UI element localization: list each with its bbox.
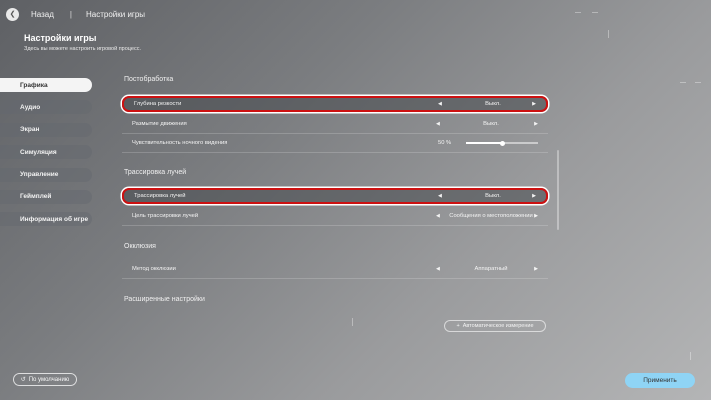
sidebar-item-graphics[interactable]: Графика <box>0 78 92 92</box>
sidebar-item-label: Информация об игре <box>20 215 89 223</box>
slider-fill <box>466 142 502 144</box>
sidebar-item-label: Управление <box>20 171 59 179</box>
sidebar-item-game-info[interactable]: Информация об игре <box>0 212 92 227</box>
decor-dash <box>575 12 581 13</box>
slider-knob[interactable] <box>499 140 505 146</box>
setting-label: Метод окклюзии <box>132 266 176 272</box>
section-title-postprocessing: Постобработка <box>124 76 174 83</box>
decor-dash <box>695 82 701 83</box>
night-vision-slider[interactable] <box>466 140 538 146</box>
arrow-left-icon[interactable]: ◀ <box>436 121 440 127</box>
decor-dash <box>608 30 609 38</box>
arrow-left-icon[interactable]: ◀ <box>438 193 442 199</box>
reset-icon: ↺ <box>20 377 26 383</box>
reset-default-button[interactable]: ↺ По умолчанию <box>13 373 77 386</box>
setting-label: Глубина резкости <box>134 101 182 107</box>
sidebar-item-label: Симуляция <box>20 148 57 156</box>
page-title: Настройки игры <box>24 33 97 43</box>
decor-dash <box>690 352 691 360</box>
arrow-left-icon[interactable]: ◀ <box>436 213 440 219</box>
arrow-left-icon[interactable]: ◀ <box>438 101 442 107</box>
sidebar-item-gameplay[interactable]: Геймплей <box>0 189 92 204</box>
setting-row-night-vision[interactable]: Чувствительность ночного видения 50 % <box>122 135 548 151</box>
setting-label: Трассировка лучей <box>134 193 186 199</box>
page-subtitle: Здесь вы можете настроить игровой процес… <box>24 46 141 52</box>
setting-value: Сообщения о местоположении <box>449 213 533 219</box>
arrow-right-icon[interactable]: ▶ <box>534 121 538 127</box>
auto-measure-label: Автоматическое измерение <box>462 323 534 329</box>
apply-button[interactable]: Применить <box>625 373 695 388</box>
sidebar-item-label: Аудио <box>20 103 41 111</box>
sidebar-item-label: Экран <box>20 126 40 134</box>
setting-row-raytracing[interactable]: Трассировка лучей ◀ Выкл. ▶ <box>122 188 548 204</box>
sidebar: Графика Аудио Экран Симуляция Управление… <box>0 78 92 235</box>
decor-dash <box>592 12 598 13</box>
row-divider <box>122 133 548 134</box>
back-icon[interactable]: ❮ <box>6 7 19 21</box>
arrow-right-icon[interactable]: ▶ <box>532 193 536 199</box>
reset-default-label: По умолчанию <box>28 376 70 383</box>
row-divider <box>122 225 548 226</box>
decor-dash <box>352 318 353 326</box>
arrow-right-icon[interactable]: ▶ <box>534 213 538 219</box>
row-divider <box>122 278 548 279</box>
setting-value: Аппаратный <box>474 266 508 272</box>
section-title-occlusion: Окклюзия <box>124 243 156 250</box>
setting-row-occlusion-method[interactable]: Метод окклюзии ◀ Аппаратный ▶ <box>122 261 548 277</box>
setting-label: Цель трассировки лучей <box>132 213 199 219</box>
setting-label: Чувствительность ночного видения <box>132 140 228 146</box>
auto-measure-button[interactable]: + Автоматическое измерение <box>444 320 546 332</box>
sidebar-item-label: Геймплей <box>20 193 52 201</box>
setting-row-motion-blur[interactable]: Размытие движения ◀ Выкл. ▶ <box>122 116 548 132</box>
setting-row-raytracing-target[interactable]: Цель трассировки лучей ◀ Сообщения о мес… <box>122 208 548 224</box>
setting-label: Размытие движения <box>132 121 187 127</box>
decor-dash <box>680 82 686 83</box>
sidebar-item-simulation[interactable]: Симуляция <box>0 145 92 160</box>
section-title-advanced: Расширенные настройки <box>124 296 205 303</box>
back-button[interactable]: Назад <box>31 10 54 19</box>
breadcrumb-separator: | <box>69 9 72 19</box>
arrow-right-icon[interactable]: ▶ <box>532 101 536 107</box>
arrow-right-icon[interactable]: ▶ <box>534 266 538 272</box>
setting-value: Выкл. <box>485 101 501 107</box>
sidebar-item-controls[interactable]: Управление <box>0 167 92 182</box>
setting-value: Выкл. <box>485 193 501 199</box>
sidebar-item-audio[interactable]: Аудио <box>0 100 92 115</box>
apply-label: Применить <box>643 377 677 384</box>
sidebar-item-label: Графика <box>20 81 48 89</box>
setting-value: Выкл. <box>483 121 499 127</box>
sidebar-item-screen[interactable]: Экран <box>0 122 92 137</box>
slider-value: 50 % <box>438 140 452 146</box>
top-bar: ❮ Назад | Настройки игры <box>6 6 145 22</box>
plus-icon: + <box>456 323 460 329</box>
arrow-left-icon[interactable]: ◀ <box>436 266 440 272</box>
breadcrumb: Настройки игры <box>86 9 146 19</box>
section-title-raytracing: Трассировка лучей <box>124 169 187 176</box>
scrollbar[interactable] <box>557 150 559 230</box>
row-divider <box>122 152 548 153</box>
setting-row-depth-of-field[interactable]: Глубина резкости ◀ Выкл. ▶ <box>122 96 548 112</box>
